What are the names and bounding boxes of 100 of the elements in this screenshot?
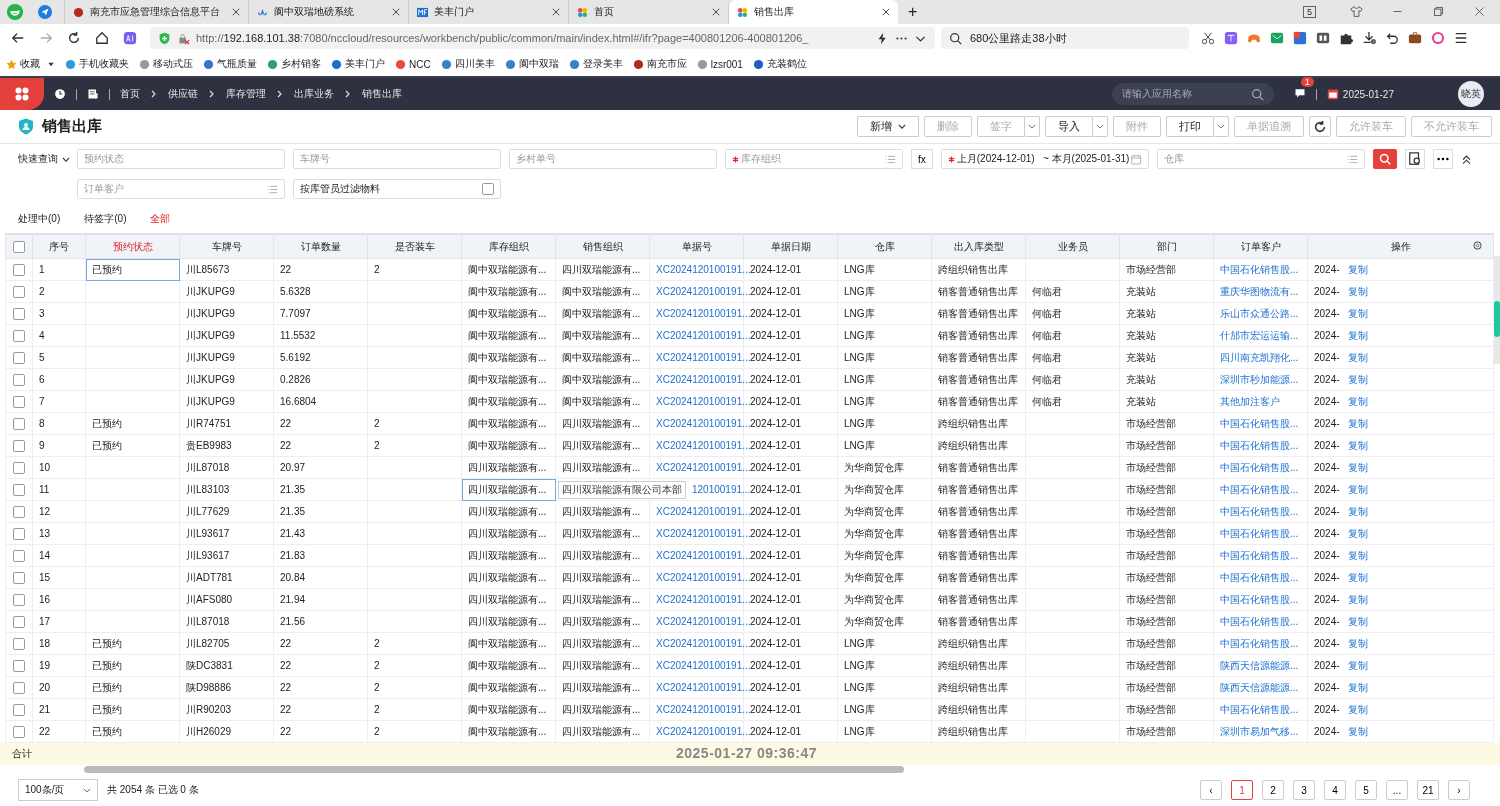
column-header[interactable]: 出入库类型 (931, 234, 1026, 259)
browser-tab[interactable]: 销售出库 (728, 0, 898, 24)
download-icon[interactable] (1362, 31, 1376, 45)
back-arrow-icon[interactable] (11, 31, 25, 45)
column-header[interactable]: 是否装车 (367, 234, 462, 259)
row-checkbox[interactable] (13, 725, 25, 738)
more-button[interactable] (1432, 149, 1453, 169)
row-checkbox[interactable] (13, 483, 25, 496)
table-link[interactable]: XC2024120100191... (656, 418, 751, 429)
shirt-icon[interactable] (1350, 5, 1363, 18)
status-tab[interactable]: 处理中(0) (18, 212, 61, 228)
clock-icon[interactable] (54, 88, 66, 100)
column-header[interactable]: 部门 (1119, 234, 1214, 259)
table-link[interactable]: XC2024120100191... (656, 506, 751, 517)
table-link[interactable]: XC2024120100191... (656, 330, 751, 341)
restore-icon[interactable] (1432, 5, 1445, 18)
copy-link[interactable]: 复制 (1347, 461, 1368, 473)
row-checkbox[interactable] (13, 527, 25, 540)
table-link[interactable]: XC2024120100191... (656, 528, 751, 539)
translate-icon[interactable] (1224, 31, 1238, 45)
list-icon[interactable] (1346, 153, 1358, 165)
row-checkbox[interactable] (13, 263, 25, 276)
row-checkbox[interactable] (13, 351, 25, 364)
filter-field[interactable]: 预约状态 (77, 149, 285, 169)
table-link[interactable]: XC2024120100191... (656, 616, 751, 627)
user-avatar[interactable]: 晓英 (1458, 81, 1484, 107)
copy-link[interactable]: 复制 (1347, 395, 1368, 407)
close-icon[interactable] (392, 8, 400, 16)
toolbar-button[interactable]: 导入 (1045, 116, 1093, 137)
calendar-icon[interactable] (1326, 88, 1339, 100)
breadcrumb-link[interactable]: 库存管理 (226, 87, 266, 101)
copy-link[interactable]: 复制 (1347, 527, 1368, 539)
page-button[interactable]: 5 (1355, 780, 1377, 800)
formula-button[interactable]: fx (911, 149, 933, 169)
close-icon[interactable] (882, 8, 890, 16)
column-header[interactable]: 业务员 (1025, 234, 1120, 259)
ai-icon[interactable] (123, 31, 137, 45)
column-header[interactable]: 操作 (1307, 234, 1494, 259)
puzzle-icon[interactable] (1339, 31, 1353, 45)
undo-icon[interactable] (1385, 31, 1399, 45)
page-button[interactable]: 4 (1324, 780, 1346, 800)
page-button[interactable]: 3 (1293, 780, 1315, 800)
browser-tab[interactable]: 美丰门户 (408, 0, 568, 24)
filter-field[interactable]: 库存组织 (725, 149, 903, 169)
scissors-icon[interactable] (1201, 31, 1215, 45)
filter-field[interactable]: 仓库 (1156, 149, 1365, 169)
breadcrumb-link[interactable]: 出库业务 (294, 87, 334, 101)
bookmark-link[interactable]: lzsr001 (696, 58, 743, 70)
column-header[interactable]: 仓库 (837, 234, 932, 259)
copy-link[interactable]: 复制 (1347, 351, 1368, 363)
row-checkbox[interactable] (13, 571, 25, 584)
copy-link[interactable]: 复制 (1347, 637, 1368, 649)
prev-page-button[interactable]: ‹ (1200, 780, 1222, 800)
select-all-checkbox[interactable] (13, 240, 25, 253)
row-checkbox[interactable] (13, 703, 25, 716)
row-checkbox[interactable] (13, 593, 25, 606)
bookmark-link[interactable]: NCC (395, 58, 431, 70)
app-search-field[interactable]: 请输入应用名称 (1111, 83, 1274, 105)
row-checkbox[interactable] (13, 395, 25, 408)
copy-link[interactable]: 复制 (1347, 285, 1368, 297)
table-link[interactable]: XC2024120100191... (656, 638, 751, 649)
app-logo[interactable] (0, 78, 44, 110)
close-icon[interactable] (712, 8, 720, 16)
status-tab[interactable]: 待签字(0) (84, 212, 127, 228)
copy-link[interactable]: 复制 (1347, 593, 1368, 605)
briefcase-icon[interactable] (1408, 31, 1422, 45)
list-icon[interactable] (885, 153, 896, 165)
table-link[interactable]: XC2024120100191... (656, 462, 751, 473)
row-checkbox[interactable] (13, 461, 25, 474)
column-header[interactable]: 销售组织 (555, 234, 650, 259)
forward-arrow-icon[interactable] (39, 31, 53, 45)
browser-tab[interactable]: 阆中双瑞地磅系统 (248, 0, 408, 24)
copy-link[interactable]: 复制 (1347, 505, 1368, 517)
bookmark-link[interactable]: 阆中双瑞 (504, 57, 559, 71)
table-link[interactable]: 120100191... (692, 484, 751, 495)
table-link[interactable]: XC2024120100191... (656, 352, 751, 363)
document-app-icon[interactable] (1293, 31, 1307, 45)
copy-link[interactable]: 复制 (1347, 549, 1368, 561)
close-icon[interactable] (552, 8, 560, 16)
copy-link[interactable]: 复制 (1347, 329, 1368, 341)
copy-link[interactable]: 复制 (1347, 659, 1368, 671)
book-icon[interactable] (1316, 31, 1330, 45)
new-tab-button[interactable]: + (908, 3, 918, 21)
copy-link[interactable]: 复制 (1347, 571, 1368, 583)
row-checkbox[interactable] (13, 637, 25, 650)
table-link[interactable]: XC2024120100191... (656, 308, 751, 319)
page-button[interactable]: 2 (1262, 780, 1284, 800)
filter-field[interactable]: 订单客户 (77, 179, 285, 199)
table-link[interactable]: XC2024120100191... (656, 440, 751, 451)
page-size-dropdown[interactable]: 100条/页 (18, 779, 98, 801)
search-button[interactable] (1372, 149, 1397, 169)
bookmark-link[interactable]: 登录美丰 (568, 57, 623, 71)
copy-link[interactable]: 复制 (1347, 263, 1368, 275)
breadcrumb-link[interactable]: 销售出库 (362, 87, 402, 101)
toolbar-button[interactable]: 打印 (1166, 116, 1214, 137)
chat-icon[interactable] (1293, 87, 1306, 99)
row-checkbox[interactable] (13, 659, 25, 672)
table-link[interactable]: XC2024120100191... (656, 660, 751, 671)
bookmark-link[interactable]: 充装鹤位 (752, 57, 807, 71)
bookmark-link[interactable]: 四川美丰 (440, 57, 495, 71)
